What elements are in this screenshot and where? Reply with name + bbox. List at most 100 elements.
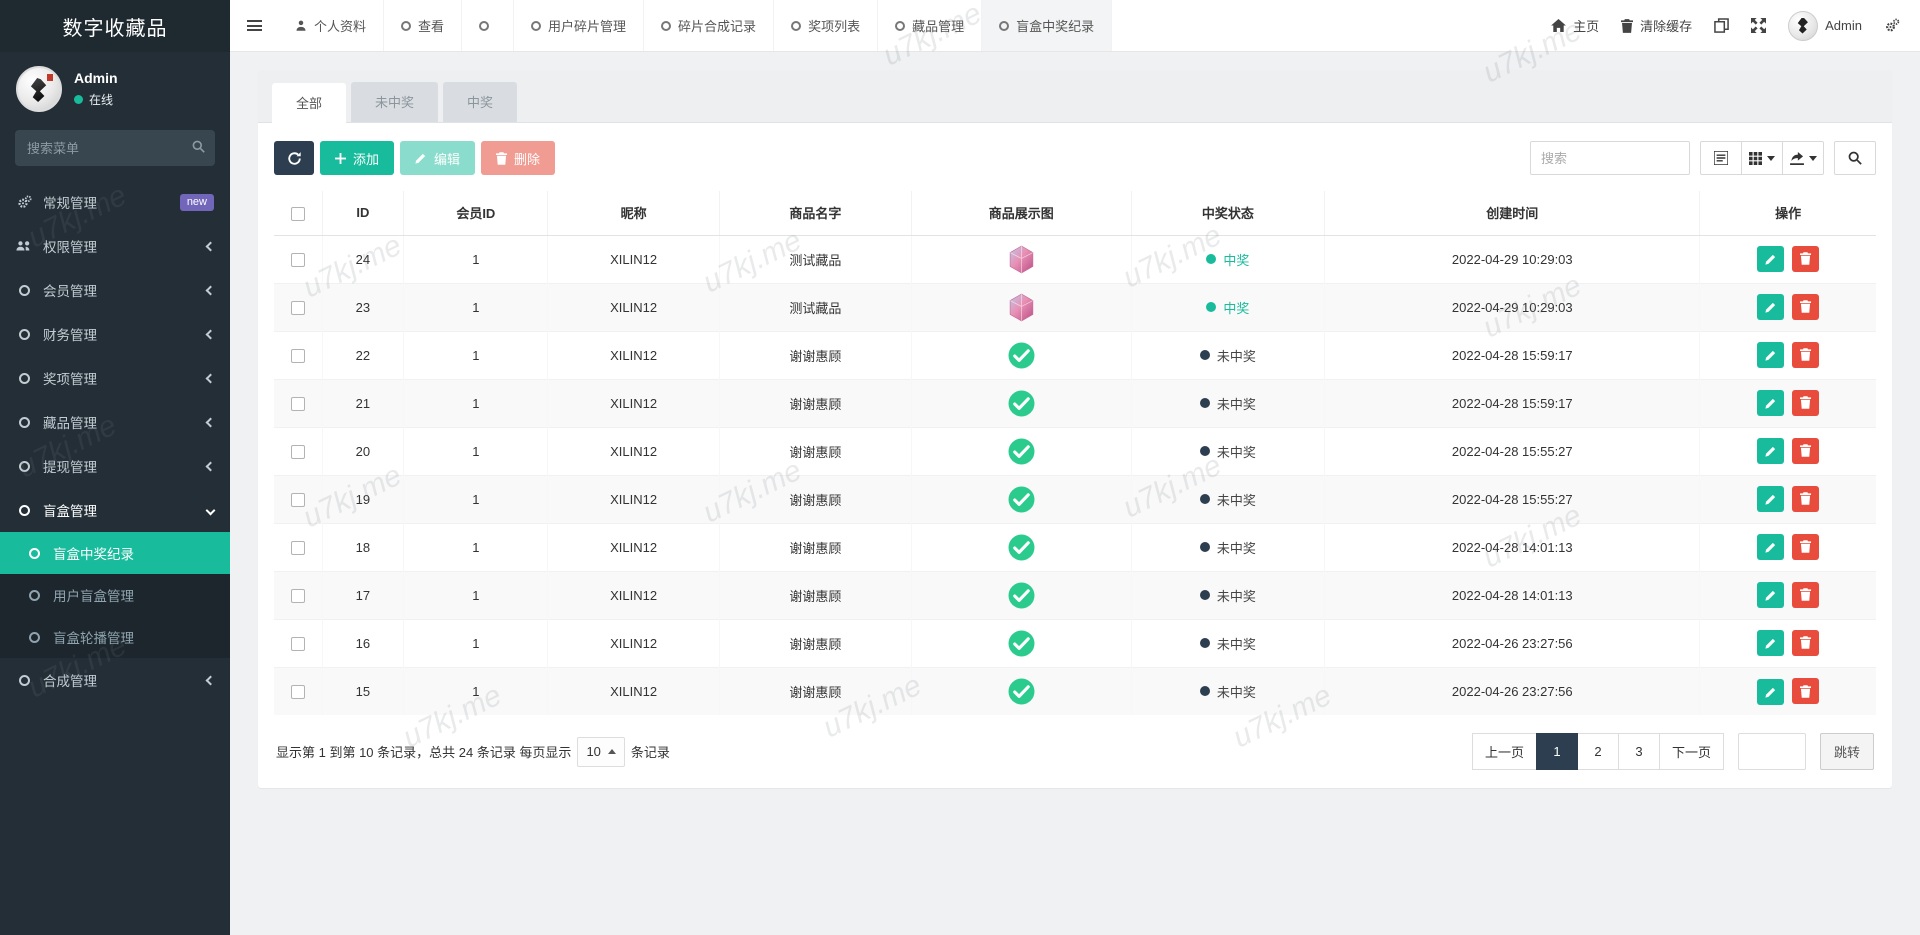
row-delete-button[interactable] <box>1791 533 1819 560</box>
refresh-button[interactable] <box>274 141 314 175</box>
settings-button[interactable] <box>1884 18 1900 33</box>
column-header[interactable]: 商品展示图 <box>911 191 1132 236</box>
pages-button[interactable] <box>1714 18 1729 33</box>
row-delete-button[interactable] <box>1791 678 1819 704</box>
row-checkbox[interactable] <box>290 348 305 363</box>
cell-created-time: 2022-04-28 15:55:27 <box>1324 426 1700 475</box>
row-edit-button[interactable] <box>1757 438 1785 465</box>
sidebar-item[interactable]: 提现管理 <box>0 444 230 488</box>
row-delete-button[interactable] <box>1791 389 1819 416</box>
home-link[interactable]: 主页 <box>1551 16 1599 35</box>
row-edit-button[interactable] <box>1757 342 1785 369</box>
row-edit-button[interactable] <box>1757 630 1785 657</box>
columns-button[interactable] <box>1741 141 1783 175</box>
topnav-tab[interactable]: 藏品管理 <box>878 0 983 51</box>
page-button[interactable]: 3 <box>1617 733 1660 770</box>
row-checkbox[interactable] <box>290 636 305 651</box>
product-check-image[interactable] <box>1008 678 1035 705</box>
trash-icon <box>1621 18 1634 33</box>
sidebar-item[interactable]: 盲盒管理 <box>0 488 230 532</box>
row-edit-button[interactable] <box>1757 246 1785 273</box>
product-check-image[interactable] <box>1008 486 1035 513</box>
row-edit-button[interactable] <box>1757 678 1785 705</box>
jump-page-input[interactable] <box>1737 733 1806 770</box>
row-edit-button[interactable] <box>1757 486 1785 513</box>
clear-cache-button[interactable]: 清除缓存 <box>1621 16 1692 35</box>
jump-button[interactable]: 跳转 <box>1819 733 1874 770</box>
sidebar-item[interactable]: 盲盒轮播管理 <box>0 616 230 658</box>
page-button[interactable]: 下一页 <box>1658 733 1724 770</box>
topnav-tab[interactable]: 用户碎片管理 <box>514 0 645 51</box>
column-header[interactable]: 中奖状态 <box>1130 191 1325 236</box>
column-header[interactable]: 操作 <box>1699 191 1876 236</box>
topnav-tab[interactable]: 碎片合成记录 <box>644 0 775 51</box>
sidebar-item[interactable]: 盲盒中奖纪录 <box>0 532 230 574</box>
add-button[interactable]: 添加 <box>320 141 395 175</box>
sidebar-toggle-button[interactable] <box>230 0 278 51</box>
column-header[interactable]: 昵称 <box>547 191 720 236</box>
product-gem-image[interactable] <box>1008 293 1035 322</box>
row-checkbox[interactable] <box>290 396 305 411</box>
row-edit-button[interactable] <box>1757 294 1785 321</box>
product-gem-image[interactable] <box>1008 245 1035 274</box>
row-delete-button[interactable] <box>1791 581 1819 608</box>
column-header[interactable]: 会员ID <box>403 191 548 236</box>
topnav-tab[interactable]: 奖项列表 <box>774 0 879 51</box>
topnav-tab[interactable]: 个人资料 <box>278 0 385 51</box>
sidebar-item[interactable]: 合成管理 <box>0 658 230 702</box>
sidebar-item[interactable]: 财务管理 <box>0 312 230 356</box>
row-delete-button[interactable] <box>1791 485 1819 512</box>
sidebar-search-input[interactable] <box>15 130 215 166</box>
edit-button[interactable]: 编辑 <box>400 141 476 175</box>
row-delete-button[interactable] <box>1791 245 1819 272</box>
admin-menu[interactable]: Admin <box>1788 10 1862 41</box>
page-button[interactable]: 上一页 <box>1471 733 1537 770</box>
row-checkbox[interactable] <box>290 685 305 700</box>
product-check-image[interactable] <box>1008 438 1035 465</box>
filter-tab[interactable]: 中奖 <box>443 82 518 122</box>
topnav-tab[interactable]: 查看 <box>384 0 463 51</box>
row-checkbox[interactable] <box>290 300 305 315</box>
row-edit-button[interactable] <box>1757 534 1785 561</box>
sidebar-item[interactable]: 奖项管理 <box>0 356 230 400</box>
row-checkbox[interactable] <box>290 540 305 555</box>
search-button[interactable] <box>1834 141 1876 175</box>
select-all-checkbox[interactable] <box>290 206 305 221</box>
export-button[interactable] <box>1782 141 1824 175</box>
row-delete-button[interactable] <box>1791 293 1819 320</box>
filter-tab[interactable]: 全部 <box>272 83 347 123</box>
product-check-image[interactable] <box>1008 534 1035 561</box>
column-header[interactable]: ID <box>321 191 404 236</box>
product-check-image[interactable] <box>1008 582 1035 609</box>
row-edit-button[interactable] <box>1757 390 1785 417</box>
row-checkbox[interactable] <box>290 588 305 603</box>
sidebar-item[interactable]: 会员管理 <box>0 268 230 312</box>
row-delete-button[interactable] <box>1791 341 1819 368</box>
row-delete-button[interactable] <box>1791 629 1819 656</box>
row-checkbox[interactable] <box>290 492 305 507</box>
topnav-tab[interactable]: 盲盒中奖纪录 <box>982 0 1113 51</box>
delete-button[interactable]: 删除 <box>481 141 556 175</box>
product-check-image[interactable] <box>1008 390 1035 417</box>
topnav-tab[interactable] <box>462 0 515 51</box>
product-check-image[interactable] <box>1008 342 1035 369</box>
fullscreen-button[interactable] <box>1751 18 1767 33</box>
per-page-select[interactable]: 10 <box>577 736 625 767</box>
table-search-input[interactable] <box>1530 141 1690 175</box>
sidebar-item[interactable]: 用户盲盒管理 <box>0 574 230 616</box>
row-checkbox[interactable] <box>290 444 305 459</box>
sidebar-item[interactable]: 藏品管理 <box>0 400 230 444</box>
column-header[interactable]: 创建时间 <box>1324 191 1700 236</box>
row-delete-button[interactable] <box>1791 437 1819 464</box>
row-edit-button[interactable] <box>1757 582 1785 609</box>
sidebar-item[interactable]: 权限管理 <box>0 224 230 268</box>
cell-id: 23 <box>321 282 404 331</box>
page-button[interactable]: 2 <box>1576 733 1619 770</box>
product-check-image[interactable] <box>1008 630 1035 657</box>
page-button[interactable]: 1 <box>1535 733 1578 770</box>
column-header[interactable]: 商品名字 <box>718 191 912 236</box>
sidebar-item[interactable]: 常规管理 new <box>0 180 230 224</box>
filter-tab[interactable]: 未中奖 <box>351 82 439 122</box>
detail-view-button[interactable] <box>1700 141 1742 175</box>
row-checkbox[interactable] <box>290 252 305 267</box>
